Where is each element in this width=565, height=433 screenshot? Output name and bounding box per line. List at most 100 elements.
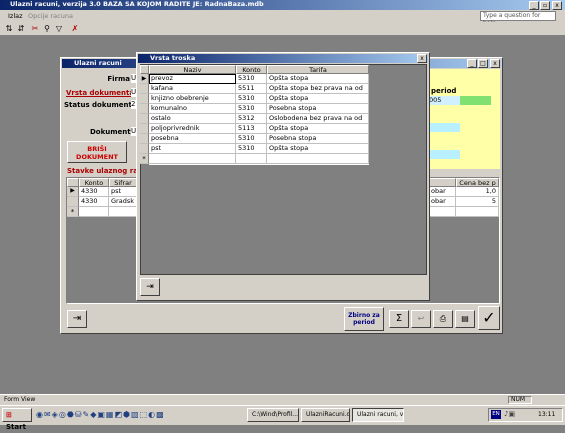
menu-izlaz[interactable]: Izlaz [8,12,23,20]
dialog-cell-konto[interactable]: 5310 [236,134,267,144]
dialog-row-selector[interactable] [140,144,149,154]
dialog-title: Vrsta troska [150,54,196,62]
dialog-cell-tarifa[interactable]: Posebna stopa [267,134,369,144]
confirm-check-icon[interactable]: ✓ [478,306,500,330]
dialog-exit-icon[interactable]: ⇥ [140,278,160,296]
dialog-cell-naziv[interactable]: poljoprivrednik [149,124,236,134]
grid-cell-cena[interactable]: 5 [456,197,499,207]
period-field[interactable] [429,96,460,105]
grid-cell-sifra[interactable]: pst [109,187,137,197]
dialog-cell-konto[interactable]: 5310 [236,104,267,114]
dialog-cell-naziv[interactable]: knjizno obebrenje [149,94,236,104]
info-field-1[interactable] [429,123,460,132]
grid-cell-konto[interactable]: 4330 [79,197,109,207]
taskbar-task-profil[interactable]: C:\Wind\Profil... [247,408,299,422]
sort-ascending-icon[interactable]: ⇅ [4,24,14,34]
grid-cell-right[interactable]: obar [429,197,456,207]
firma-label: Firma [107,75,130,83]
start-button[interactable]: ⊞ Start [2,408,32,431]
dialog-new-cell[interactable] [236,154,267,164]
dialog-cell-konto[interactable]: 5113 [236,124,267,134]
dialog-close-button[interactable]: x [417,54,427,63]
preview-icon[interactable]: ▤ [455,310,475,328]
find-icon[interactable]: ⚲ [42,24,52,34]
delete-record-icon[interactable]: ✗ [70,24,80,34]
exit-door-icon[interactable]: ⇥ [67,310,87,328]
dokument-label: Dokument [90,128,131,136]
dialog-row-selector[interactable] [140,104,149,114]
dialog-cell-konto[interactable]: 5312 [236,114,267,124]
dialog-cell-naziv[interactable]: ostalo [149,114,236,124]
taskbar-task-ulazni[interactable]: Ulazni racuni, v... [352,408,404,422]
dialog-cell-tarifa[interactable]: Opšta stopa [267,74,369,84]
grid-new-cell[interactable] [79,207,109,217]
taskbar-task-doc[interactable]: UlazniRacuni.doc ... [301,408,350,422]
app-minimize-button[interactable]: _ [529,1,539,10]
grid-header-sifra[interactable]: Sifrar [109,178,137,187]
dialog-row-selector[interactable] [140,114,149,124]
dialog-row-selector[interactable] [140,134,149,144]
status-num-indicator: NUM [508,396,532,404]
dialog-cell-naziv[interactable]: posebna [149,134,236,144]
info-field-2[interactable] [429,150,460,159]
main-form-minimize-button[interactable]: _ [467,59,477,68]
dialog-cell-tarifa[interactable]: Opšta stopa [267,124,369,134]
sort-descending-icon[interactable]: ⇵ [16,24,26,34]
grid-new-cell[interactable] [429,207,456,217]
dialog-row-selector[interactable] [140,84,149,94]
tray-icons[interactable]: ♪▣ [504,410,515,418]
delete-document-button[interactable]: BRIŠI DOKUMENT [67,141,127,163]
dialog-cell-tarifa[interactable]: Opšta stopa [267,94,369,104]
grid-header-right[interactable] [429,178,456,187]
app-restore-button[interactable]: ▫ [540,1,550,10]
language-indicator[interactable]: EN [491,410,501,419]
dialog-cell-tarifa[interactable]: Opšta stopa bez prava na od [267,84,369,94]
grid-header-konto[interactable]: Konto [79,178,109,187]
grid-header-cena[interactable]: Cena bez p [456,178,499,187]
dialog-cell-konto[interactable]: 5310 [236,74,267,84]
dialog-header-naziv[interactable]: Naziv [149,65,236,74]
dialog-cell-naziv[interactable]: prevoz [149,74,236,84]
filter-icon[interactable]: ✂ [30,24,40,34]
undo-arrow-icon[interactable]: ↩ [411,310,431,328]
dialog-cell-naziv[interactable]: kafana [149,84,236,94]
apply-filter-icon[interactable]: ▽ [54,24,64,34]
sum-button[interactable]: Σ [389,310,409,328]
dialog-cell-naziv[interactable]: pst [149,144,236,154]
delete-document-label: BRIŠI DOKUMENT [76,145,118,161]
app-close-button[interactable]: x [552,1,562,10]
grid-new-cell[interactable] [109,207,137,217]
grid-cell-cena[interactable]: 1,0 [456,187,499,197]
start-label: Start [6,423,26,431]
help-search-input[interactable]: Type a question for help [480,11,556,27]
zbirno-button[interactable]: Zbirno za period [344,307,384,331]
main-form-close-button[interactable]: x [490,59,500,68]
grid-new-row-icon[interactable]: * [67,207,79,217]
grid-cell-right[interactable]: obar [429,187,456,197]
dialog-new-row-icon[interactable]: * [140,154,149,164]
dialog-cell-tarifa[interactable]: Opšta stopa [267,144,369,154]
menu-opcije[interactable]: Opcije racuna [28,12,73,20]
grid-row-selector[interactable] [67,197,79,207]
dialog-cell-tarifa[interactable]: Posebna stopa [267,104,369,114]
dialog-header-tarifa[interactable]: Tarifa [267,65,369,74]
dialog-cell-konto[interactable]: 5310 [236,144,267,154]
dialog-cell-konto[interactable]: 5310 [236,94,267,104]
dialog-cell-naziv[interactable]: komunalno [149,104,236,114]
dialog-cell-tarifa[interactable]: Oslobodena bez prava na od [267,114,369,124]
grid-cell-konto[interactable]: 4330 [79,187,109,197]
dialog-row-selector[interactable] [140,94,149,104]
main-form-maximize-button[interactable]: □ [478,59,488,68]
dialog-cell-konto[interactable]: 5511 [236,84,267,94]
dialog-header-konto[interactable]: Konto [236,65,267,74]
vrsta-dokumenta-label: Vrsta dokumenta [66,89,135,97]
print-icon[interactable]: ⎙ [433,310,453,328]
dialog-new-cell[interactable] [149,154,236,164]
quick-launch-icons[interactable]: ◉✉◈◎⬣⛁✎◆▣▦◩⬢▧⬚◐▩ [36,409,244,421]
grid-cell-sifra[interactable]: Gradsk [109,197,137,207]
dialog-new-cell[interactable] [267,154,369,164]
grid-new-cell[interactable] [456,207,499,217]
grid-row-selector-current-icon[interactable]: ▶ [67,187,79,197]
dialog-row-current-icon[interactable]: ▶ [140,74,149,84]
dialog-row-selector[interactable] [140,124,149,134]
